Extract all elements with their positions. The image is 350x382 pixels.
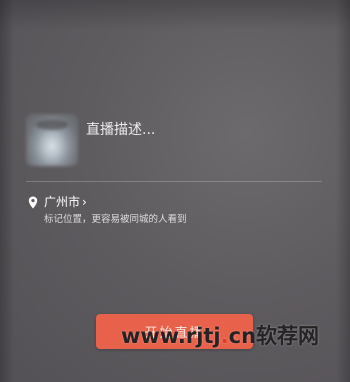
live-description-input[interactable] — [86, 118, 306, 142]
location-pin-icon — [28, 196, 38, 208]
left-shade — [0, 0, 14, 382]
top-shade — [0, 0, 350, 30]
divider — [26, 181, 322, 182]
start-live-button[interactable]: 开始直播 — [96, 314, 253, 349]
right-shade — [336, 0, 350, 382]
location-selector[interactable]: 广州市 › — [28, 193, 87, 211]
live-setup-screen: 广州市 › 标记位置，更容易被同城的人看到 开始直播 www.rjtj.cn软荐… — [0, 0, 350, 382]
cover-thumbnail[interactable] — [26, 114, 78, 166]
location-hint-text: 标记位置，更容易被同城的人看到 — [44, 214, 187, 225]
chevron-right-icon: › — [82, 195, 87, 209]
location-city-label: 广州市 — [44, 195, 81, 209]
